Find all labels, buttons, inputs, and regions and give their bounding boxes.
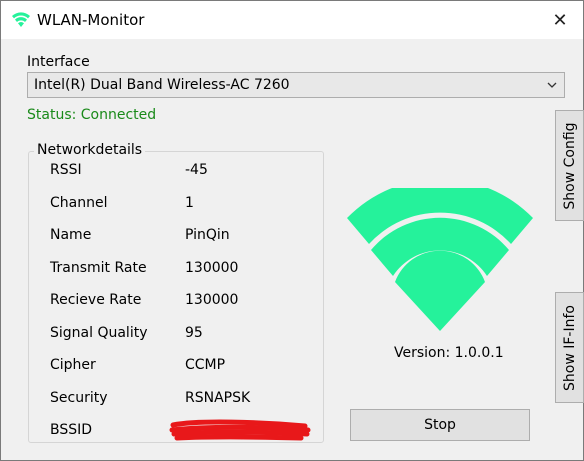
stop-button[interactable]: Stop: [350, 409, 530, 441]
detail-row-rssi: RSSI -45: [50, 162, 310, 182]
detail-row-name: Name PinQin: [50, 227, 310, 247]
detail-value: 130000: [185, 260, 239, 276]
show-if-info-label: Show IF-Info: [561, 304, 578, 391]
window-title: WLAN-Monitor: [37, 11, 145, 29]
detail-value: -45: [185, 162, 208, 178]
version-label: Version: 1.0.0.1: [394, 345, 504, 361]
wifi-icon: [12, 12, 30, 27]
detail-key: Security: [50, 390, 108, 406]
title-bar: WLAN-Monitor ✕: [1, 1, 583, 39]
detail-row-channel: Channel 1: [50, 195, 310, 215]
connection-status: Status: Connected: [27, 107, 157, 123]
network-details-title: Networkdetails: [34, 142, 146, 158]
close-icon: ✕: [552, 9, 568, 31]
detail-key: Recieve Rate: [50, 292, 142, 308]
detail-row-security: Security RSNAPSK: [50, 390, 310, 410]
detail-key: Cipher: [50, 357, 96, 373]
detail-value: 130000: [185, 292, 239, 308]
detail-key: Transmit Rate: [50, 260, 147, 276]
interface-label: Interface: [27, 54, 90, 70]
detail-value: RSNAPSK: [185, 390, 251, 406]
detail-key: BSSID: [50, 422, 93, 438]
detail-row-signal-quality: Signal Quality 95: [50, 325, 310, 345]
chevron-down-icon: [547, 82, 557, 88]
detail-value: 1: [185, 195, 194, 211]
detail-value: 95: [185, 325, 203, 341]
detail-key: Name: [50, 227, 92, 243]
wifi-signal-icon: [347, 188, 533, 331]
show-config-button[interactable]: Show Config: [555, 110, 584, 221]
interface-select[interactable]: Intel(R) Dual Band Wireless-AC 7260: [27, 72, 565, 98]
detail-value: PinQin: [185, 227, 230, 243]
detail-row-receive-rate: Recieve Rate 130000: [50, 292, 310, 312]
detail-key: Channel: [50, 195, 108, 211]
show-if-info-button[interactable]: Show IF-Info: [555, 292, 584, 403]
close-button[interactable]: ✕: [537, 1, 583, 39]
stop-button-label: Stop: [424, 417, 456, 433]
detail-key: Signal Quality: [50, 325, 148, 341]
detail-value: CCMP: [185, 357, 226, 373]
detail-row-transmit-rate: Transmit Rate 130000: [50, 260, 310, 280]
interface-select-value: Intel(R) Dual Band Wireless-AC 7260: [34, 77, 290, 93]
detail-key: RSSI: [50, 162, 82, 178]
bssid-redaction-scribble: [169, 419, 311, 441]
detail-row-cipher: Cipher CCMP: [50, 357, 310, 377]
app-window: WLAN-Monitor ✕ Interface Intel(R) Dual B…: [0, 0, 584, 461]
show-config-label: Show Config: [561, 121, 578, 210]
